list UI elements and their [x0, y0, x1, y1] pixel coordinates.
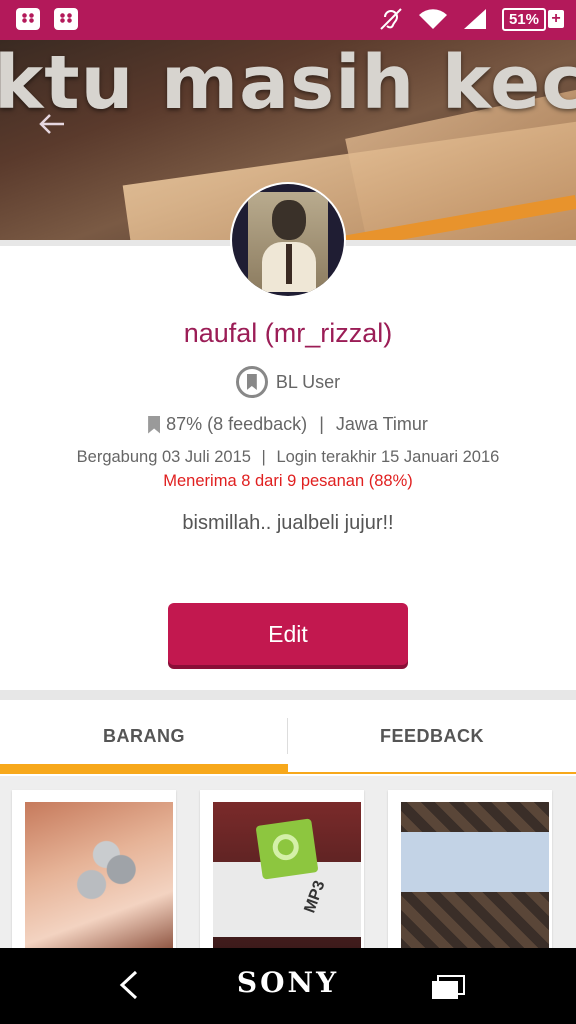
bbm-icon — [16, 8, 40, 30]
tab-feedback[interactable]: FEEDBACK — [288, 700, 576, 772]
brand-logo: SONY — [236, 966, 340, 999]
coins-photo — [25, 802, 173, 952]
status-bar: 51% + — [0, 0, 576, 40]
active-tab-indicator — [0, 764, 288, 774]
bbm-icon — [54, 8, 78, 30]
battery-indicator: 51% + — [501, 7, 564, 31]
edit-button[interactable]: Edit — [168, 603, 408, 665]
separator: | — [261, 448, 266, 466]
separator: | — [319, 414, 324, 434]
last-login: Login terakhir 15 Januari 2016 — [276, 448, 500, 466]
join-login-row: Bergabung 03 Juli 2015 | Login terakhir … — [0, 448, 576, 467]
user-type-label: BL User — [275, 371, 341, 392]
hearing-aid-icon — [380, 8, 402, 30]
join-date: Bergabung 03 Juli 2015 — [76, 448, 251, 466]
mp3-player-photo: MP3 — [213, 802, 361, 952]
tab-barang[interactable]: BARANG — [0, 700, 288, 772]
system-icons: 51% + — [378, 6, 564, 32]
back-arrow-icon[interactable] — [38, 110, 66, 138]
divider — [0, 690, 576, 700]
acceptance-rate: Menerima 8 dari 9 pesanan (88%) — [163, 472, 413, 490]
navigation-bar: SONY — [0, 948, 576, 1024]
product-card[interactable]: MP3 — [200, 790, 364, 960]
recent-apps-icon[interactable] — [430, 974, 466, 1000]
tab-underline — [288, 772, 576, 774]
avatar[interactable] — [232, 184, 344, 296]
feedback-location-row: 87% (8 feedback) | Jawa Timur — [0, 414, 576, 435]
banknote-photo — [401, 802, 549, 952]
product-card[interactable] — [12, 790, 176, 960]
product-card[interactable] — [388, 790, 552, 960]
cover-caption: ktu masih kecil... — [0, 40, 576, 126]
battery-percent: 51% — [501, 7, 546, 31]
bookmark-badge-icon — [235, 366, 268, 398]
bookmark-icon — [148, 415, 161, 434]
wifi-icon — [418, 9, 447, 29]
user-type-row: BL User — [0, 366, 576, 398]
cell-signal-icon — [463, 9, 486, 29]
mp3-box-label: MP3 — [301, 878, 329, 916]
product-grid: MP3 — [0, 776, 576, 960]
feedback-score: 87% (8 feedback) — [166, 414, 308, 434]
notification-icons — [16, 8, 78, 30]
profile-name: naufal (mr_rizzal) — [183, 318, 393, 348]
profile-bio: bismillah.. jualbeli jujur!! — [182, 512, 394, 534]
location: Jawa Timur — [335, 414, 428, 434]
charging-icon: + — [548, 10, 564, 28]
tab-bar: BARANG FEEDBACK — [0, 700, 576, 776]
